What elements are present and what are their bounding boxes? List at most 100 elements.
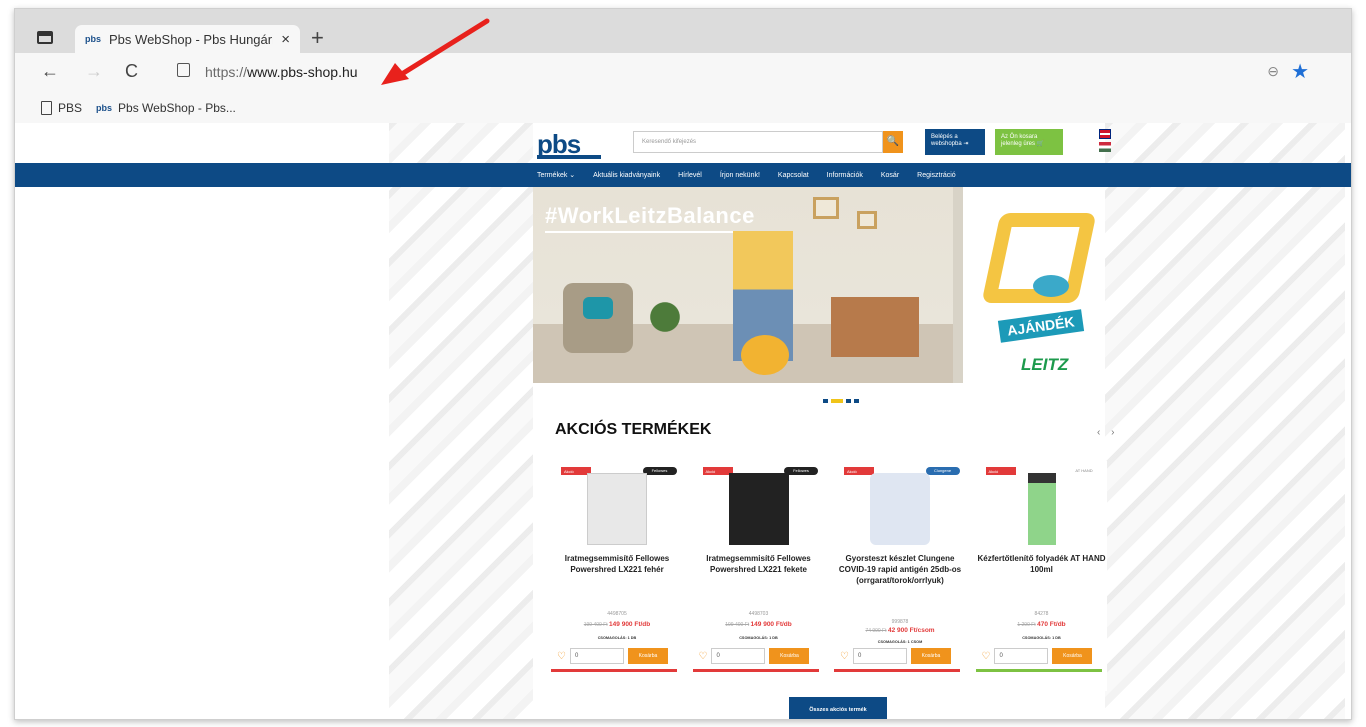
- language-switcher[interactable]: [1099, 129, 1111, 153]
- logo-underline: [537, 155, 601, 159]
- card-underline: [834, 669, 960, 672]
- balance-ball-decor: [741, 335, 789, 375]
- url-domain: www.pbs-shop.hu: [247, 64, 358, 80]
- back-arrow-icon[interactable]: ←: [41, 61, 59, 82]
- nav-item-newsletter[interactable]: Hírlevél: [678, 172, 702, 179]
- url-prefix: https://: [205, 64, 248, 80]
- cart-button[interactable]: Az Ön kosara jelenleg üres 🛒: [995, 129, 1063, 155]
- product-card[interactable]: Akció Clungene Gyorsteszt készlet Clunge…: [830, 461, 966, 691]
- heart-icon[interactable]: ♡: [982, 651, 991, 662]
- document-icon: [41, 101, 52, 115]
- new-tab-icon[interactable]: +: [311, 27, 324, 49]
- product-carousel: Akció Fellowes Iratmegsemmisítő Fellowes…: [547, 461, 1107, 691]
- product-card[interactable]: Akció AT HAND Kézfertőtlenítő folyadék A…: [971, 461, 1108, 691]
- nav-item-information[interactable]: Információk: [827, 172, 863, 179]
- tab-active[interactable]: pbs Pbs WebShop - Pbs Hungária W ×: [75, 25, 300, 53]
- picture-frame-decor: [857, 211, 877, 229]
- new-price: 470 Ft: [1037, 621, 1056, 628]
- quantity-stepper[interactable]: 0: [994, 648, 1049, 664]
- card-actions: ♡ 0 Kosárba: [699, 647, 827, 665]
- lock-icon[interactable]: [177, 63, 190, 77]
- hero-banner[interactable]: #WorkLeitzBalance AJÁNDÉK LEITZ: [533, 187, 1103, 383]
- nav-item-products[interactable]: Termékek ⌄: [537, 171, 575, 179]
- price-row: 199 400 Ft 149 900 Ft/db: [689, 621, 829, 628]
- card-underline: [975, 669, 1102, 672]
- background-decoration-right: [1105, 123, 1345, 719]
- product-title[interactable]: Kézfertőtlenítő folyadék AT HAND 100ml: [976, 553, 1108, 575]
- pbs-favicon-icon: pbs: [96, 103, 113, 113]
- product-image[interactable]: [728, 473, 789, 545]
- favorite-star-icon[interactable]: ★: [1291, 59, 1309, 84]
- tab-actions-icon[interactable]: [37, 31, 53, 44]
- brand-logo: Fellowes: [784, 467, 818, 475]
- site-header: pbs Keresendő kifejezés 🔍 Belépés a webs…: [533, 123, 1111, 163]
- price-row: 199 400 Ft 149 900 Ft/db: [547, 621, 687, 628]
- product-image[interactable]: [870, 473, 930, 545]
- picture-frame-decor: [813, 197, 839, 219]
- cabinet-decor: [831, 297, 919, 357]
- carousel-dot-active[interactable]: [831, 399, 843, 403]
- forward-arrow-icon[interactable]: →: [85, 61, 103, 82]
- new-price: 149 900 Ft: [750, 621, 782, 628]
- new-price: 149 900 Ft: [609, 621, 641, 628]
- add-to-cart-button[interactable]: Kosárba: [1052, 648, 1093, 664]
- carousel-dot[interactable]: [823, 399, 828, 403]
- sale-badge: Akció: [844, 467, 874, 475]
- product-image[interactable]: [587, 473, 647, 545]
- nav-item-write-us[interactable]: Írjon nekünk!: [720, 172, 760, 179]
- bookmark-label: Pbs WebShop - Pbs...: [118, 101, 236, 115]
- annotation-arrow-icon: [381, 18, 490, 85]
- reload-icon[interactable]: C: [125, 61, 138, 82]
- bookmark-pbs-webshop[interactable]: pbs Pbs WebShop - Pbs...: [96, 101, 236, 115]
- add-to-cart-button[interactable]: Kosárba: [910, 648, 951, 664]
- banner-gift-panel: AJÁNDÉK LEITZ: [963, 187, 1103, 383]
- carousel-dot[interactable]: [846, 399, 851, 403]
- packaging-info: CSOMAGOLÁS: 1 DB: [739, 636, 778, 640]
- nav-item-publications[interactable]: Aktuális kiadványaink: [593, 172, 660, 179]
- product-title[interactable]: Iratmegsemmisítő Fellowes Powershred LX2…: [551, 553, 683, 575]
- quantity-stepper[interactable]: 0: [569, 648, 624, 664]
- brand-logo: AT HAND: [1067, 467, 1101, 475]
- brand-logo: Fellowes: [642, 467, 677, 475]
- all-sale-products-button[interactable]: Összes akciós termék: [789, 697, 887, 719]
- product-title[interactable]: Gyorsteszt készlet Clungene COVID-19 rap…: [834, 553, 966, 586]
- close-icon[interactable]: ×: [281, 31, 290, 48]
- product-title[interactable]: Iratmegsemmisítő Fellowes Powershred LX2…: [693, 553, 825, 575]
- add-to-cart-button[interactable]: Kosárba: [627, 648, 668, 664]
- quantity-stepper[interactable]: 0: [711, 648, 766, 664]
- carousel-arrows[interactable]: ‹ ›: [1097, 427, 1118, 438]
- old-price: 199 400 Ft: [583, 622, 608, 628]
- heart-icon[interactable]: ♡: [699, 651, 708, 662]
- zoom-out-icon[interactable]: ⊖: [1267, 63, 1279, 80]
- quantity-stepper[interactable]: 0: [852, 648, 907, 664]
- carousel-dots: [823, 399, 859, 403]
- address-bar[interactable]: https://www.pbs-shop.hu: [205, 64, 358, 80]
- price-row: 74 990 Ft 42 900 Ft/csom: [830, 627, 970, 634]
- product-image[interactable]: [1027, 473, 1056, 545]
- product-sku: 4498705: [607, 611, 627, 617]
- nav-item-contact[interactable]: Kapcsolat: [778, 172, 809, 179]
- product-card[interactable]: Akció Fellowes Iratmegsemmisítő Fellowes…: [688, 461, 827, 691]
- add-to-cart-button[interactable]: Kosárba: [769, 648, 810, 664]
- search-input[interactable]: Keresendő kifejezés: [633, 131, 883, 153]
- heart-icon[interactable]: ♡: [557, 651, 566, 662]
- login-button[interactable]: Belépés a webshopba ⇥: [925, 129, 985, 155]
- carousel-dot[interactable]: [854, 399, 859, 403]
- mouse-decor: [1033, 275, 1069, 297]
- price-unit: /db: [781, 621, 792, 628]
- packaging-info: CSOMAGOLÁS: 1 DB: [597, 636, 637, 640]
- search-button[interactable]: 🔍: [883, 131, 903, 153]
- nav-item-registration[interactable]: Regisztráció: [917, 172, 956, 179]
- product-sku: 4498703: [748, 611, 769, 617]
- cart-icon: 🛒: [1036, 141, 1045, 147]
- bookmark-pbs[interactable]: PBS: [41, 101, 82, 115]
- uk-flag-icon[interactable]: [1099, 129, 1111, 139]
- gift-badge: AJÁNDÉK: [997, 309, 1084, 343]
- banner-title: #WorkLeitzBalance: [545, 203, 755, 233]
- nav-item-cart[interactable]: Kosár: [881, 172, 899, 179]
- hu-flag-icon[interactable]: [1099, 142, 1111, 152]
- page-viewport: pbs Keresendő kifejezés 🔍 Belépés a webs…: [15, 123, 1351, 719]
- product-card[interactable]: Akció Fellowes Iratmegsemmisítő Fellowes…: [547, 461, 683, 691]
- heart-icon[interactable]: ♡: [840, 651, 849, 662]
- product-sku: 84278: [1034, 611, 1049, 617]
